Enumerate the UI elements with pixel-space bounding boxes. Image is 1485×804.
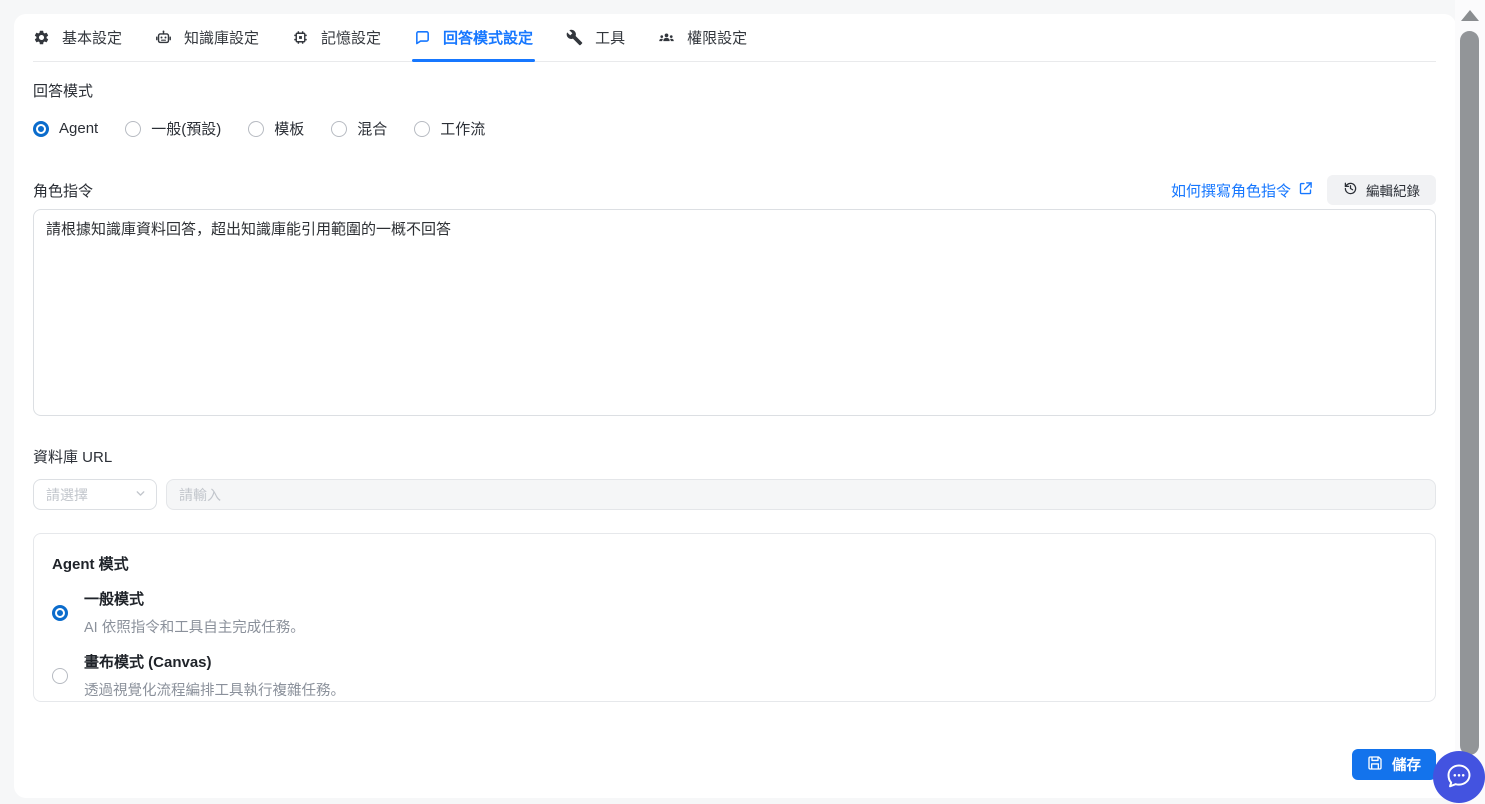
radio-icon[interactable] bbox=[331, 120, 348, 137]
tab-label: 工具 bbox=[595, 30, 626, 47]
answer-mode-option-agent[interactable]: Agent bbox=[33, 120, 98, 137]
answer-mode-label: 回答模式 bbox=[33, 83, 94, 100]
radio-selected-icon[interactable] bbox=[33, 120, 49, 137]
radio-icon[interactable] bbox=[52, 667, 68, 684]
tab-label: 知識庫設定 bbox=[184, 30, 260, 47]
radio-label: 模板 bbox=[274, 121, 305, 138]
answer-mode-option-template[interactable]: 模板 bbox=[248, 118, 304, 139]
database-url-input[interactable] bbox=[166, 479, 1436, 510]
radio-label: Agent bbox=[59, 120, 99, 137]
answer-mode-section: 回答模式 Agent 一般(預設) 模板 混合 工作流 bbox=[33, 80, 1436, 139]
help-link-label: 如何撰寫角色指令 bbox=[1170, 182, 1291, 200]
role-instructions-textarea[interactable]: 請根據知識庫資料回答，超出知識庫能引用範圍的一概不回答 bbox=[33, 209, 1436, 416]
scrollbar-thumb[interactable] bbox=[1460, 31, 1479, 755]
save-icon bbox=[1367, 755, 1383, 775]
option-texts: 一般模式 AI 依照指令和工具自主完成任務。 bbox=[84, 588, 305, 637]
option-description: 透過視覺化流程編排工具執行複雜任務。 bbox=[84, 683, 345, 699]
answer-mode-options: Agent 一般(預設) 模板 混合 工作流 bbox=[33, 118, 1436, 139]
scrollbar-up-arrow-icon[interactable] bbox=[1461, 10, 1479, 21]
external-link-icon bbox=[1298, 181, 1313, 200]
wrench-icon bbox=[566, 29, 583, 46]
radio-icon[interactable] bbox=[125, 120, 142, 137]
chat-bubble-icon bbox=[414, 29, 431, 46]
option-label: 畫布模式 (Canvas) bbox=[84, 654, 212, 671]
radio-label: 一般(預設) bbox=[151, 121, 222, 138]
tab-permission-settings[interactable]: 權限設定 bbox=[658, 14, 747, 61]
radio-label: 工作流 bbox=[440, 121, 486, 138]
role-instructions-header: 角色指令 如何撰寫角色指令 編輯紀錄 bbox=[33, 175, 1436, 205]
gear-icon bbox=[33, 29, 50, 46]
option-label: 一般模式 bbox=[84, 591, 145, 608]
save-button[interactable]: 儲存 bbox=[1352, 749, 1436, 780]
radio-selected-icon[interactable] bbox=[52, 604, 68, 621]
answer-mode-option-general[interactable]: 一般(預設) bbox=[125, 118, 221, 139]
tab-answer-mode-settings[interactable]: 回答模式設定 bbox=[412, 14, 536, 62]
agent-mode-option-canvas[interactable]: 畫布模式 (Canvas) 透過視覺化流程編排工具執行複雜任務。 bbox=[52, 651, 1417, 700]
database-url-select[interactable]: 請選擇 bbox=[33, 479, 157, 510]
settings-tabbar: 基本設定 知識庫設定 記憶設定 回答模式設定 工具 權限設定 bbox=[33, 14, 1436, 62]
radio-label: 混合 bbox=[357, 121, 388, 138]
radio-icon[interactable] bbox=[414, 120, 431, 137]
database-url-label: 資料庫 URL bbox=[33, 449, 113, 466]
tab-tools[interactable]: 工具 bbox=[566, 14, 625, 61]
vertical-scrollbar[interactable] bbox=[1455, 0, 1485, 804]
database-url-row: 請選擇 bbox=[33, 479, 1436, 510]
option-texts: 畫布模式 (Canvas) 透過視覺化流程編排工具執行複雜任務。 bbox=[84, 651, 345, 700]
edit-history-button[interactable]: 編輯紀錄 bbox=[1327, 175, 1436, 205]
chip-icon bbox=[292, 29, 309, 46]
chat-widget-button[interactable] bbox=[1433, 751, 1485, 803]
users-icon bbox=[658, 29, 675, 46]
history-icon bbox=[1343, 181, 1358, 199]
tab-memory-settings[interactable]: 記憶設定 bbox=[292, 14, 381, 61]
tab-knowledge-base-settings[interactable]: 知識庫設定 bbox=[155, 14, 259, 61]
select-placeholder: 請選擇 bbox=[46, 486, 88, 503]
tab-label: 基本設定 bbox=[62, 30, 123, 47]
chevron-down-icon bbox=[134, 487, 147, 503]
agent-mode-option-general[interactable]: 一般模式 AI 依照指令和工具自主完成任務。 bbox=[52, 588, 1417, 637]
agent-mode-box: Agent 模式 一般模式 AI 依照指令和工具自主完成任務。 畫布模式 (Ca… bbox=[33, 533, 1436, 702]
chat-dots-icon bbox=[1445, 762, 1473, 793]
how-to-write-role-instructions-link[interactable]: 如何撰寫角色指令 bbox=[1171, 180, 1313, 201]
tab-label: 權限設定 bbox=[687, 30, 748, 47]
answer-mode-option-workflow[interactable]: 工作流 bbox=[414, 118, 485, 139]
agent-mode-title: Agent 模式 bbox=[52, 556, 129, 573]
role-instructions-label: 角色指令 bbox=[33, 182, 94, 200]
option-description: AI 依照指令和工具自主完成任務。 bbox=[84, 620, 305, 636]
edit-history-label: 編輯紀錄 bbox=[1366, 184, 1420, 199]
settings-card: 基本設定 知識庫設定 記憶設定 回答模式設定 工具 權限設定 回答模式 Agen… bbox=[14, 14, 1456, 798]
robot-icon bbox=[155, 29, 172, 46]
tab-basic-settings[interactable]: 基本設定 bbox=[33, 14, 122, 61]
tab-label: 記憶設定 bbox=[321, 30, 382, 47]
tab-label: 回答模式設定 bbox=[443, 30, 534, 47]
radio-icon[interactable] bbox=[248, 120, 265, 137]
save-label: 儲存 bbox=[1392, 758, 1421, 774]
answer-mode-option-hybrid[interactable]: 混合 bbox=[331, 118, 387, 139]
